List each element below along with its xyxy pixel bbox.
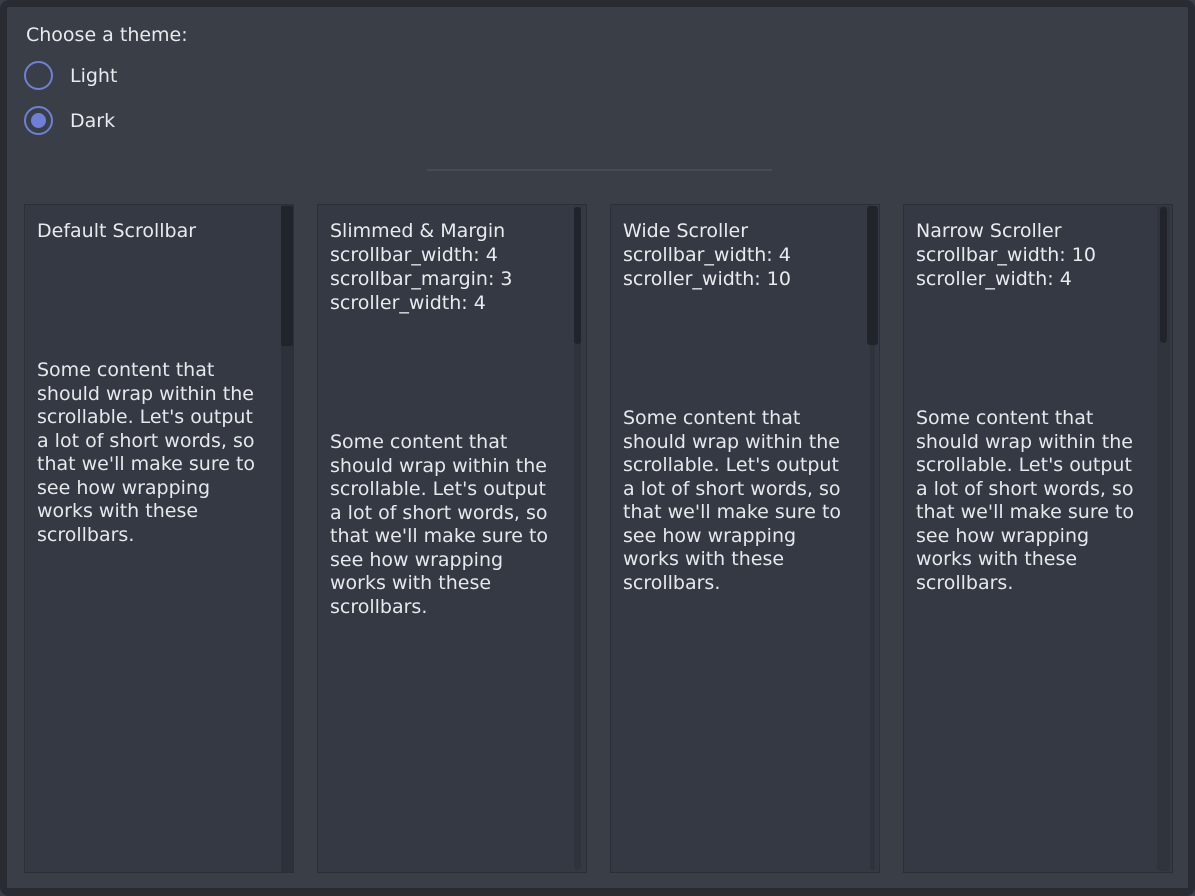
radio-circle-icon[interactable]: [24, 61, 53, 90]
scrollbar-thumb[interactable]: [574, 207, 581, 344]
radio-option-dark[interactable]: Dark: [24, 104, 115, 137]
panel-title: Wide Scroller: [623, 219, 853, 243]
app-window: Choose a theme: Light Dark Default Scrol…: [0, 0, 1195, 896]
panel-body-text: Some content that should wrap within the…: [37, 359, 267, 547]
scroll-panel-content: Narrow Scroller scrollbar_width: 10 scro…: [904, 205, 1172, 872]
horizontal-divider: [427, 169, 772, 171]
theme-chooser-label: Choose a theme:: [26, 24, 188, 46]
radio-label-dark: Dark: [70, 110, 115, 132]
scrollbar-thumb[interactable]: [867, 206, 878, 345]
scroll-panel-narrow-scroller[interactable]: Narrow Scroller scrollbar_width: 10 scro…: [903, 204, 1173, 873]
panel-title: Narrow Scroller: [916, 219, 1146, 243]
scroll-panel-content: Default Scrollbar Some content that shou…: [25, 205, 293, 872]
scroll-panel-content: Wide Scroller scrollbar_width: 4 scrolle…: [611, 205, 879, 872]
scrollbar-thumb[interactable]: [1160, 207, 1167, 343]
radio-selected-dot-icon: [31, 113, 46, 128]
panel-title: Default Scrollbar: [37, 219, 267, 243]
panel-params: scrollbar_width: 4 scroller_width: 10: [623, 243, 853, 291]
scroll-panel-default[interactable]: Default Scrollbar Some content that shou…: [24, 204, 294, 873]
panel-body-text: Some content that should wrap within the…: [916, 407, 1146, 595]
radio-label-light: Light: [70, 65, 117, 87]
panel-params: scrollbar_width: 10 scroller_width: 4: [916, 243, 1146, 291]
panel-body-text: Some content that should wrap within the…: [623, 407, 853, 595]
scroll-panel-content: Slimmed & Margin scrollbar_width: 4 scro…: [318, 205, 586, 872]
scroll-panel-slimmed[interactable]: Slimmed & Margin scrollbar_width: 4 scro…: [317, 204, 587, 873]
scrollbar-thumb[interactable]: [281, 206, 293, 346]
panel-params: scrollbar_width: 4 scrollbar_margin: 3 s…: [330, 243, 560, 315]
panel-title: Slimmed & Margin: [330, 219, 560, 243]
radio-circle-selected-icon[interactable]: [24, 106, 53, 135]
panel-body-text: Some content that should wrap within the…: [330, 431, 560, 619]
radio-option-light[interactable]: Light: [24, 59, 117, 92]
scroll-panel-wide-scroller[interactable]: Wide Scroller scrollbar_width: 4 scrolle…: [610, 204, 880, 873]
